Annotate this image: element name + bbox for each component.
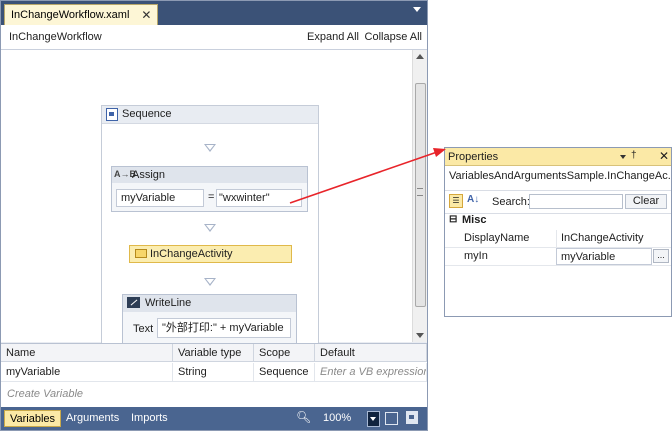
variable-default-cell[interactable]: Enter a VB expression	[315, 363, 427, 382]
property-name: DisplayName	[464, 232, 530, 244]
variable-name-cell[interactable]: myVariable	[1, 363, 173, 382]
writeline-text-label: Text	[133, 323, 154, 335]
properties-panel: Properties † ✕ VariablesAndArgumentsSamp…	[444, 147, 672, 317]
properties-title-bar: Properties † ✕	[445, 148, 671, 166]
search-label: Search:	[492, 196, 530, 208]
properties-toolbar: ☰ A↓ Search: Clear	[445, 190, 671, 214]
ellipsis-button[interactable]: ...	[653, 249, 669, 263]
create-variable-link[interactable]: Create Variable	[7, 388, 83, 400]
column-header-default[interactable]: Default	[315, 344, 427, 362]
assign-header: A→B Assign	[112, 167, 307, 183]
search-input[interactable]	[529, 194, 623, 209]
property-row-myin: myIn myVariable ...	[445, 248, 671, 266]
breadcrumb-bar: InChangeWorkflow Expand All Collapse All	[1, 25, 427, 50]
document-tab[interactable]: InChangeWorkflow.xaml ✕	[4, 4, 159, 25]
drop-target-icon[interactable]	[204, 144, 216, 152]
column-header-type[interactable]: Variable type	[173, 344, 254, 362]
writeline-title: WriteLine	[145, 297, 192, 309]
assign-equals: =	[208, 191, 215, 203]
collapse-all-button[interactable]: Collapse All	[365, 31, 422, 43]
designer-canvas[interactable]: Sequence A→B Assign myVariable = "wxwint…	[1, 50, 412, 388]
document-tab-strip: InChangeWorkflow.xaml ✕	[1, 1, 427, 25]
document-tab-label: InChangeWorkflow.xaml	[11, 9, 130, 21]
tab-variables[interactable]: Variables	[4, 410, 62, 427]
pin-icon[interactable]: †	[631, 150, 637, 161]
variable-type-cell[interactable]: String	[173, 363, 254, 382]
property-name: myIn	[464, 250, 488, 262]
expand-all-button[interactable]: Expand All	[307, 31, 359, 43]
writeline-header: WriteLine	[123, 295, 296, 312]
close-icon[interactable]: ✕	[659, 149, 669, 163]
dropdown-icon[interactable]	[413, 7, 421, 12]
scrollbar-grip-icon	[417, 188, 423, 196]
inchange-activity[interactable]: InChangeActivity	[129, 245, 292, 263]
vertical-scrollbar[interactable]	[412, 50, 427, 342]
writeline-activity[interactable]: WriteLine Text "外部打印:" + myVariable	[122, 294, 297, 344]
property-row-displayname: DisplayName InChangeActivity	[445, 230, 671, 248]
drop-target-icon[interactable]	[204, 278, 216, 286]
properties-title: Properties	[448, 151, 499, 163]
inchange-title: InChangeActivity	[150, 248, 233, 260]
alphabetical-icon[interactable]: A↓	[467, 194, 479, 205]
search-icon[interactable]: 🔍︎	[296, 410, 311, 424]
column-header-name[interactable]: Name	[1, 344, 173, 362]
workflow-designer: InChangeWorkflow.xaml ✕ InChangeWorkflow…	[0, 0, 428, 431]
scroll-down-icon[interactable]	[416, 333, 424, 338]
variable-scope-cell[interactable]: Sequence	[254, 363, 315, 382]
properties-type-name: VariablesAndArgumentsSample.InChangeAc..…	[449, 170, 672, 182]
drop-target-icon[interactable]	[204, 224, 216, 232]
tab-imports[interactable]: Imports	[126, 410, 173, 427]
collapse-icon[interactable]: ⊟	[449, 214, 457, 225]
activity-icon	[135, 249, 147, 258]
tab-arguments[interactable]: Arguments	[61, 410, 124, 427]
assign-to-field[interactable]: myVariable	[116, 189, 204, 207]
variables-grid: Name Variable type Scope Default myVaria…	[1, 343, 427, 408]
overview-icon[interactable]	[406, 411, 418, 424]
column-header-scope[interactable]: Scope	[254, 344, 315, 362]
close-icon[interactable]: ✕	[141, 8, 151, 22]
scroll-up-icon[interactable]	[416, 54, 424, 59]
assign-value-field[interactable]: "wxwinter"	[216, 189, 302, 207]
zoom-level[interactable]: 100%	[323, 412, 351, 424]
clear-button[interactable]: Clear	[625, 194, 667, 209]
sequence-title: Sequence	[122, 108, 172, 120]
sequence-header: Sequence	[102, 106, 318, 124]
writeline-text-field[interactable]: "外部打印:" + myVariable	[157, 318, 291, 338]
breadcrumb[interactable]: InChangeWorkflow	[9, 31, 102, 43]
property-value[interactable]: myVariable	[556, 248, 652, 265]
assign-activity[interactable]: A→B Assign myVariable = "wxwinter"	[111, 166, 308, 212]
property-value[interactable]: InChangeActivity	[556, 230, 671, 247]
sequence-icon	[106, 108, 118, 121]
categorized-icon[interactable]: ☰	[449, 194, 463, 208]
dropdown-icon[interactable]	[620, 155, 626, 159]
zoom-dropdown-icon[interactable]	[367, 411, 380, 427]
category-title: Misc	[462, 214, 487, 226]
category-misc[interactable]: ⊟ Misc	[445, 213, 671, 229]
designer-bottom-bar: Variables Arguments Imports 🔍︎ 100%	[1, 407, 427, 430]
writeline-icon	[127, 297, 140, 308]
assign-title: Assign	[132, 169, 166, 181]
fit-to-screen-icon[interactable]	[385, 412, 398, 425]
